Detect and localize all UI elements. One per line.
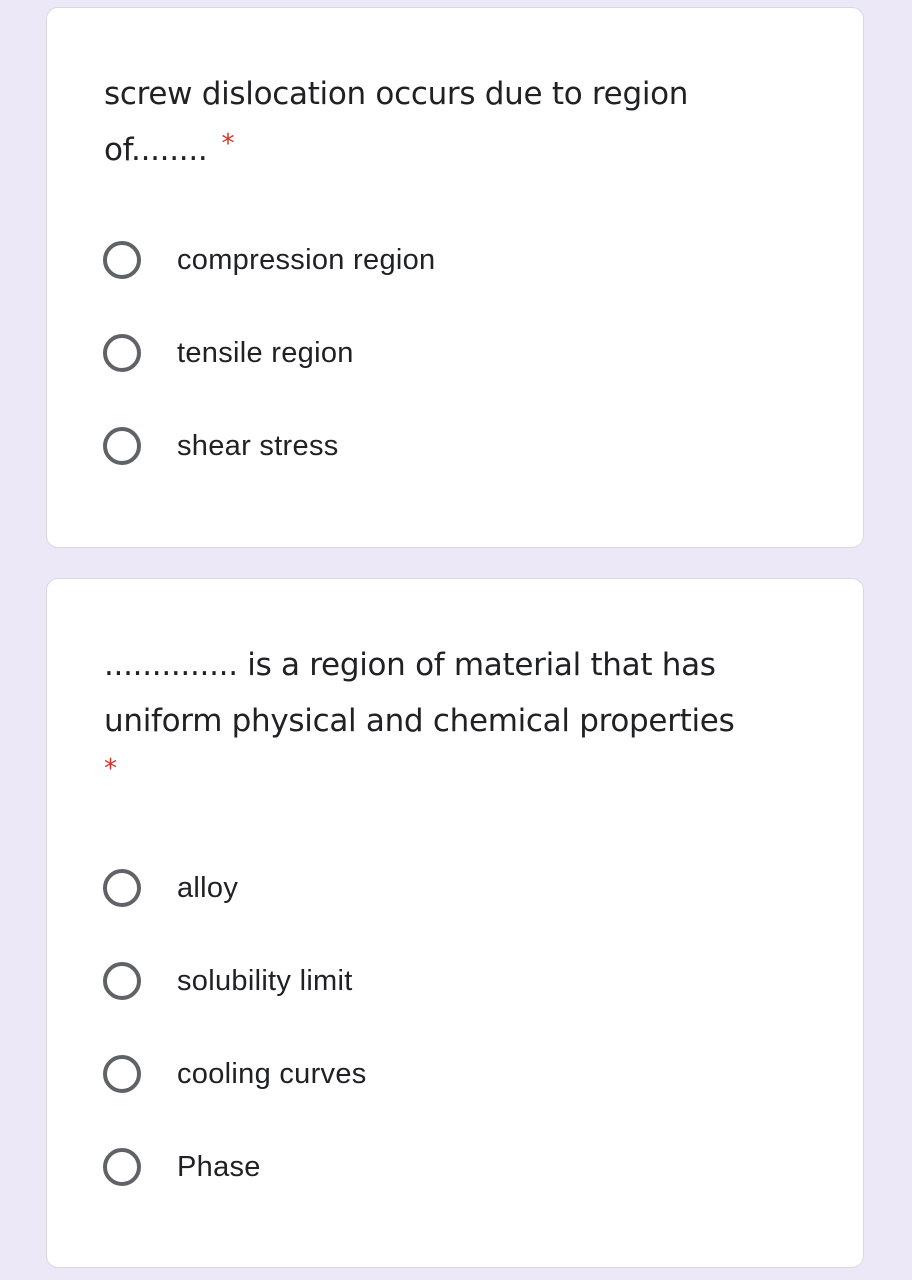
radio-option-solubility-limit[interactable]: solubility limit [103, 957, 353, 1005]
question-card-1: screw dislocation occurs due to region o… [46, 7, 864, 548]
radio-button-icon[interactable] [103, 962, 141, 1000]
radio-option-shear-stress[interactable]: shear stress [103, 422, 339, 470]
option-label: alloy [177, 871, 239, 904]
option-label: cooling curves [177, 1057, 367, 1090]
radio-button-icon[interactable] [103, 1055, 141, 1093]
radio-option-cooling-curves[interactable]: cooling curves [103, 1050, 367, 1098]
question-card-2: .............. is a region of material t… [46, 578, 864, 1268]
radio-option-tensile-region[interactable]: tensile region [103, 329, 354, 377]
radio-button-icon[interactable] [103, 869, 141, 907]
option-label: tensile region [177, 336, 354, 369]
option-label: compression region [177, 243, 436, 276]
required-asterisk: * [221, 129, 235, 159]
radio-button-icon[interactable] [103, 427, 141, 465]
question-text: .............. is a region of material t… [104, 647, 735, 739]
question-title: .............. is a region of material t… [104, 637, 823, 789]
radio-button-icon[interactable] [103, 334, 141, 372]
radio-button-icon[interactable] [103, 1148, 141, 1186]
required-asterisk: * [104, 754, 117, 784]
question-title: screw dislocation occurs due to region o… [104, 66, 823, 178]
radio-button-icon[interactable] [103, 241, 141, 279]
radio-option-phase[interactable]: Phase [103, 1143, 261, 1191]
radio-option-compression-region[interactable]: compression region [103, 236, 435, 284]
option-label: Phase [177, 1150, 261, 1183]
option-label: shear stress [177, 429, 339, 462]
option-label: solubility limit [177, 964, 353, 997]
question-text: screw dislocation occurs due to region o… [104, 76, 689, 168]
radio-option-alloy[interactable]: alloy [103, 864, 238, 912]
